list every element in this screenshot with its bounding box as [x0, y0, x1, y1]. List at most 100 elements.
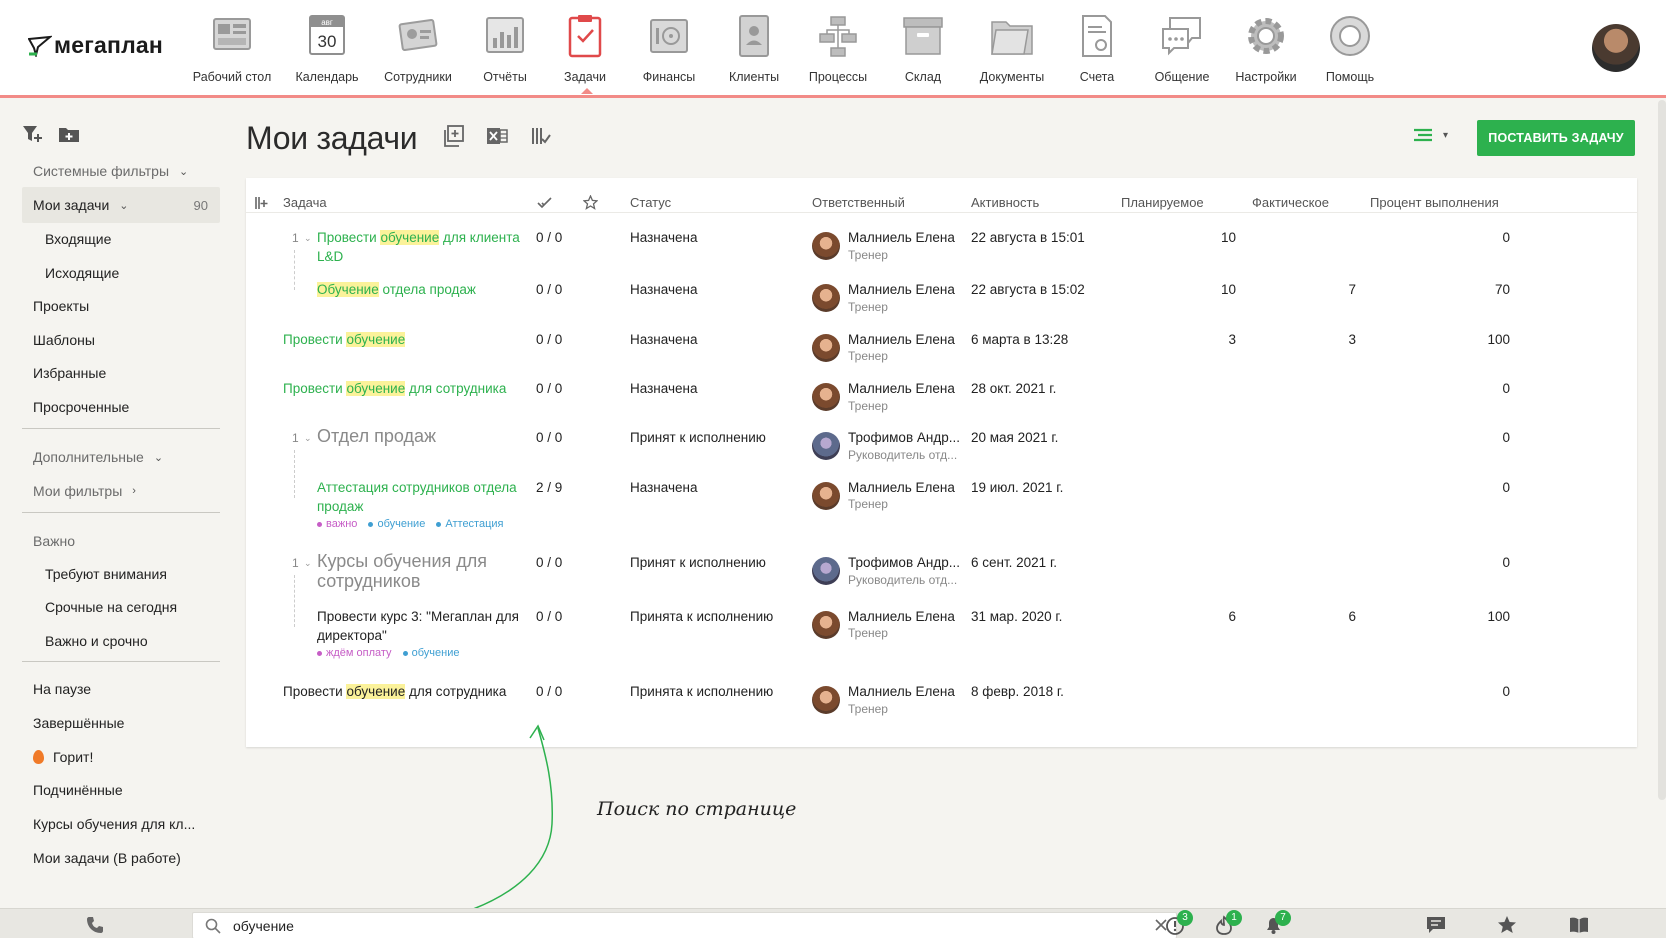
tag[interactable]: Аттестация [436, 518, 503, 530]
excel-icon[interactable] [486, 125, 508, 147]
create-task-button[interactable]: ПОСТАВИТЬ ЗАДАЧУ [1477, 120, 1635, 156]
sidebar-custom-filter[interactable]: Мои задачи (В работе) [22, 840, 220, 876]
task-title-link[interactable]: Провести обучение для сотрудника [283, 379, 533, 398]
sidebar-burning[interactable]: Горит! [22, 739, 220, 775]
columns-check-icon[interactable] [530, 125, 552, 147]
star-icon[interactable] [1496, 915, 1518, 935]
responsible-name[interactable]: Малниель Елена [848, 381, 955, 396]
col-responsible[interactable]: Ответственный [812, 195, 905, 210]
nav-desktop[interactable]: Рабочий стол [184, 12, 280, 84]
megaplan-logo[interactable]: мегаплан [28, 32, 163, 59]
task-title-link[interactable]: Провести обучение [283, 330, 523, 349]
responsible-name[interactable]: Малниель Елена [848, 282, 955, 297]
subtasks-count: 0 / 0 [536, 684, 563, 699]
page-scrollbar[interactable] [1658, 100, 1666, 800]
sidebar-custom-filter[interactable]: Курсы обучения для кл... [22, 806, 220, 842]
avatar[interactable] [812, 557, 840, 585]
sidebar-important[interactable]: Важно [22, 523, 220, 559]
nav-documents[interactable]: Документы [964, 12, 1060, 84]
responsible-name[interactable]: Малниель Елена [848, 684, 955, 699]
tag[interactable]: обучение [403, 647, 460, 659]
notifications-button[interactable]: 7 [1263, 910, 1291, 935]
sidebar-templates[interactable]: Шаблоны [22, 322, 220, 358]
sidebar-outgoing[interactable]: Исходящие [22, 255, 220, 291]
favorite-star-icon[interactable] [583, 195, 598, 210]
sidebar-overdue[interactable]: Просроченные [22, 389, 220, 425]
avatar[interactable] [812, 482, 840, 510]
task-title-link[interactable]: Провести обучение для сотрудника [283, 682, 533, 701]
sidebar-system-filters[interactable]: Системные фильтры ⌄ [22, 153, 220, 189]
col-percent[interactable]: Процент выполнения [1370, 195, 1499, 210]
sidebar-urgent-today[interactable]: Срочные на сегодня [22, 589, 220, 625]
alerts-button[interactable]: 3 [1165, 910, 1193, 935]
nav-invoices[interactable]: Счета [1049, 12, 1145, 84]
search-input[interactable] [233, 916, 1113, 936]
sidebar-completed[interactable]: Завершённые [22, 705, 220, 741]
responsible-name[interactable]: Малниель Елена [848, 230, 955, 245]
tag[interactable]: важно [317, 518, 357, 530]
calendar-icon: авг 30 [309, 15, 345, 55]
responsible-name[interactable]: Трофимов Андр... [848, 430, 960, 445]
col-planned[interactable]: Планируемое [1121, 195, 1204, 210]
task-title-link[interactable]: Провести курс 3: "Мегаплан для директора… [317, 607, 532, 645]
project-title[interactable]: Курсы обучения для сотрудников [317, 551, 527, 591]
tree-expand-icon[interactable]: ⌄ [304, 433, 312, 444]
col-status[interactable]: Статус [630, 195, 671, 210]
tree-expand-icon[interactable]: ⌄ [304, 233, 312, 244]
avatar[interactable] [812, 686, 840, 714]
add-column-icon[interactable] [254, 196, 268, 210]
task-title-link[interactable]: Обучение отдела продаж [317, 280, 527, 299]
col-task[interactable]: Задача [283, 195, 327, 210]
avatar[interactable] [812, 383, 840, 411]
nav-tasks[interactable]: Задачи [537, 12, 633, 94]
task-title-link[interactable]: Провести обучение для клиента L&D [317, 228, 527, 266]
tag[interactable]: ждём оплату [317, 647, 392, 659]
sidebar-important-urgent[interactable]: Важно и срочно [22, 623, 220, 659]
responsible-name[interactable]: Малниель Елена [848, 609, 955, 624]
nav-communication[interactable]: Общение [1134, 12, 1230, 84]
burning-button[interactable]: 1 [1214, 910, 1242, 935]
sidebar-projects[interactable]: Проекты [22, 288, 220, 324]
sidebar-favorites[interactable]: Избранные [22, 355, 220, 391]
book-icon[interactable] [1568, 915, 1590, 935]
avatar[interactable] [812, 432, 840, 460]
nav-help[interactable]: Помощь [1302, 12, 1398, 84]
project-title[interactable]: Отдел продаж [317, 426, 527, 446]
col-activity[interactable]: Активность [971, 195, 1039, 210]
nav-processes[interactable]: Процессы [790, 12, 886, 84]
chat-icon[interactable] [1425, 915, 1447, 935]
tag[interactable]: обучение [368, 518, 425, 530]
filter-add-icon[interactable] [22, 124, 44, 144]
sidebar-additional[interactable]: Дополнительные ⌄ [22, 439, 220, 475]
subtasks-check-icon[interactable] [537, 197, 553, 209]
phone-icon[interactable] [85, 915, 105, 935]
nav-employees[interactable]: Сотрудники [370, 12, 466, 84]
nav-clients[interactable]: Клиенты [706, 12, 802, 84]
responsible-name[interactable]: Трофимов Андр... [848, 555, 960, 570]
avatar[interactable] [812, 232, 840, 260]
responsible-name[interactable]: Малниель Елена [848, 480, 955, 495]
task-title-link[interactable]: Аттестация сотрудников отдела продаж [317, 478, 527, 516]
sidebar-incoming[interactable]: Входящие [22, 221, 220, 257]
nav-calendar[interactable]: авг 30 Календарь [279, 12, 375, 84]
avatar[interactable] [812, 334, 840, 362]
nav-warehouse[interactable]: Склад [875, 12, 971, 84]
responsible-name[interactable]: Малниель Елена [848, 332, 955, 347]
avatar[interactable] [812, 284, 840, 312]
avatar[interactable] [812, 611, 840, 639]
sidebar-subordinates[interactable]: Подчинённые [22, 772, 220, 808]
user-avatar[interactable] [1592, 24, 1640, 72]
nav-settings[interactable]: Настройки [1218, 12, 1314, 84]
list-view-icon [1414, 128, 1432, 142]
sidebar-paused[interactable]: На паузе [22, 671, 220, 707]
view-switcher[interactable]: ▾ [1413, 128, 1448, 142]
sidebar-need-attention[interactable]: Требуют внимания [22, 556, 220, 592]
sidebar-my-filters[interactable]: Мои фильтры › [22, 473, 220, 509]
tree-expand-icon[interactable]: ⌄ [304, 558, 312, 569]
copy-icon[interactable] [442, 125, 464, 147]
sidebar-my-tasks[interactable]: Мои задачи ⌄ 90 [22, 187, 220, 223]
folder-add-icon[interactable] [58, 124, 80, 144]
col-actual[interactable]: Фактическое [1252, 195, 1329, 210]
chevron-down-icon: ⌄ [179, 165, 189, 178]
nav-finance[interactable]: Финансы [621, 12, 717, 84]
